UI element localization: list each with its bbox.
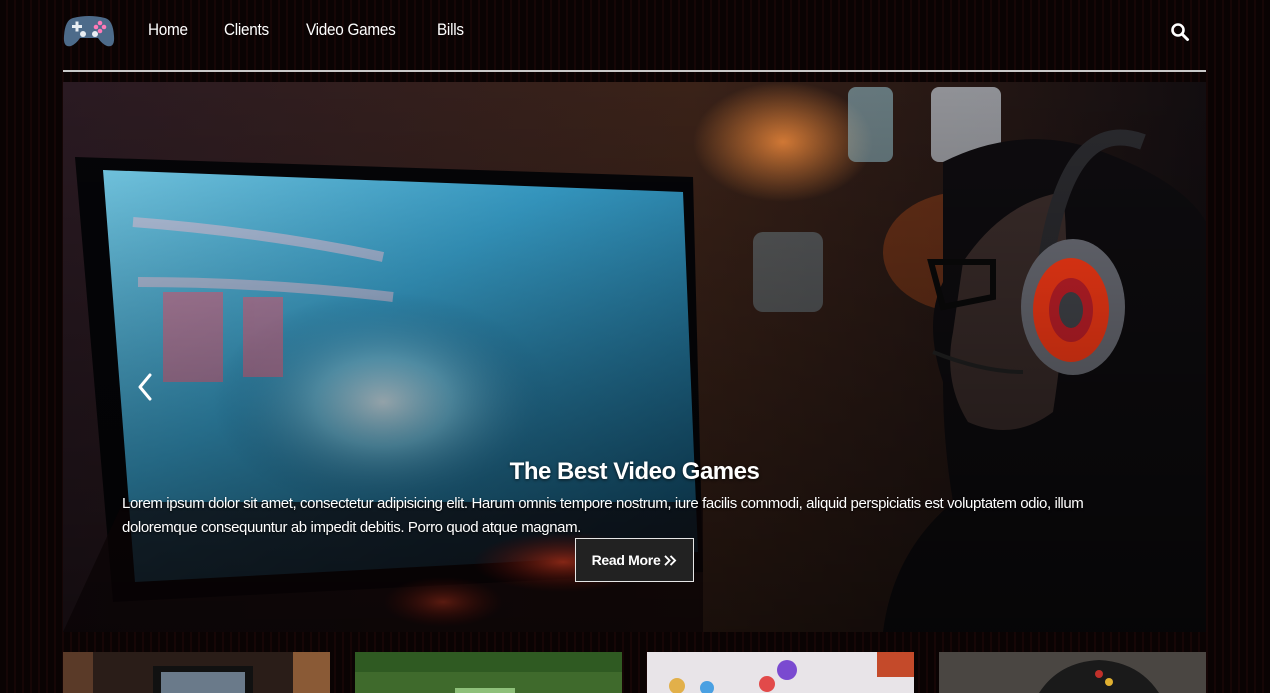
search-icon[interactable]: [1170, 22, 1190, 42]
hero-description: Lorem ipsum dolor sit amet, consectetur …: [122, 495, 1084, 536]
nav-bills[interactable]: Bills: [437, 20, 464, 40]
nav-home[interactable]: Home: [148, 20, 188, 40]
nav-video-games[interactable]: Video Games: [306, 20, 396, 40]
thumbnail-3[interactable]: [647, 652, 914, 693]
thumbnail-1[interactable]: [63, 652, 330, 693]
main-nav: Home Clients Video Games Bills: [148, 20, 467, 40]
double-chevron-right-icon: [664, 554, 677, 566]
site-header: Home Clients Video Games Bills: [63, 0, 1206, 72]
thumbnail-2[interactable]: [355, 652, 622, 693]
chevron-left-icon[interactable]: [135, 372, 155, 402]
hero-slider: The Best Video Games Lorem ipsum dolor s…: [63, 82, 1206, 632]
hero-title: The Best Video Games: [509, 458, 760, 485]
gamepad-icon[interactable]: [63, 10, 115, 50]
read-more-label: Read More: [591, 552, 661, 568]
thumbnail-4[interactable]: [939, 652, 1206, 693]
thumbnail-row: [63, 652, 1206, 693]
read-more-button[interactable]: Read More: [575, 538, 694, 582]
nav-clients[interactable]: Clients: [224, 20, 269, 40]
